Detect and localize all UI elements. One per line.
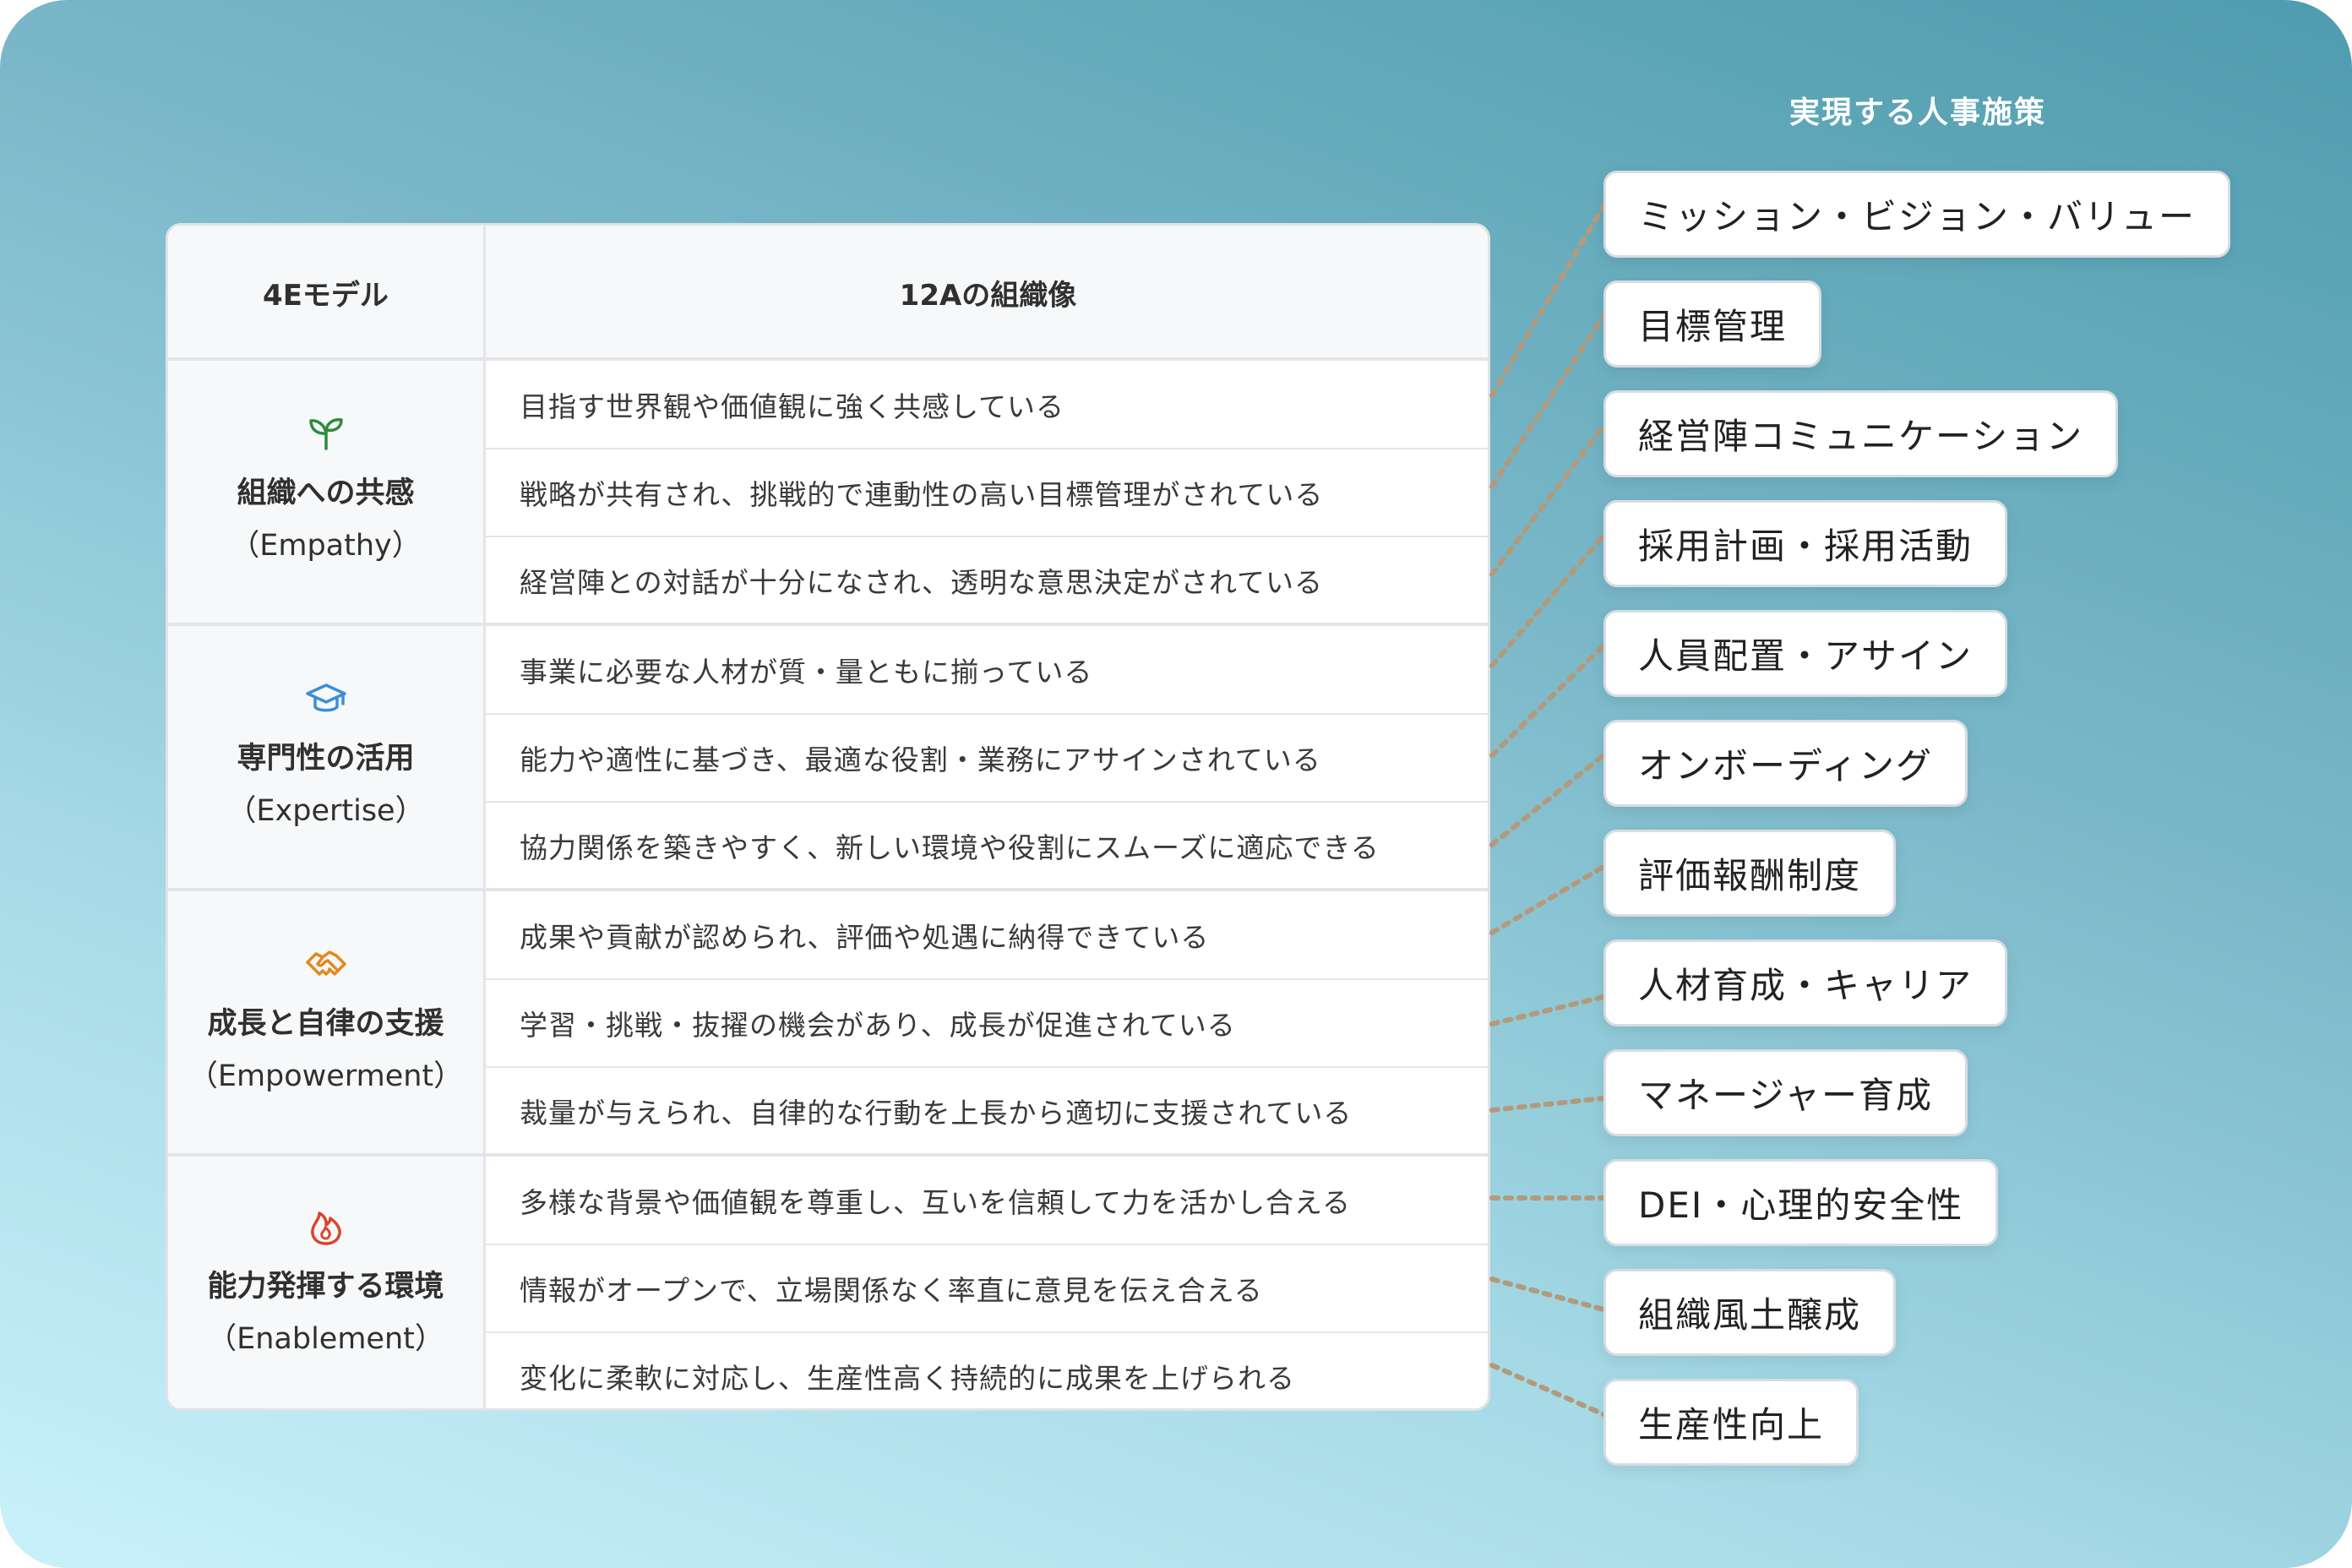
- measure-compensation: 評価報酬制度: [1603, 830, 1897, 917]
- category-title: 専門性の活用: [237, 742, 415, 776]
- sprout-icon: [308, 418, 343, 450]
- measure-onboarding: オンボーディング: [1603, 720, 1968, 807]
- measure-talent-development: 人材育成・キャリア: [1603, 939, 2008, 1026]
- measure-staffing: 人員配置・アサイン: [1603, 610, 2008, 697]
- connector-line: [1489, 204, 1606, 398]
- measure-exec-communication: 経営陣コミュニケーション: [1603, 390, 2119, 477]
- category-title: 成長と自律の支援: [207, 1007, 444, 1041]
- category-subtitle: （Empowerment）: [188, 1059, 464, 1093]
- connector-line: [1489, 313, 1606, 489]
- table-row: 情報がオープンで、立場関係なく率直に意見を伝え合える: [520, 1274, 1263, 1307]
- flame-icon: [310, 1211, 341, 1245]
- table-row: 事業に必要な人材が質・量ともに揃っている: [520, 656, 1093, 689]
- category-title: 組織への共感: [237, 476, 415, 510]
- measure-mvv: ミッション・ビジョン・バリュー: [1603, 171, 2231, 258]
- category-empowerment: 成長と自律の支援 （Empowerment）: [168, 891, 483, 1153]
- model-table: 4Eモデル 12Aの組織像 組織への共感 （Empathy） 専門性の活用 （E…: [166, 223, 1490, 1411]
- table-row: 能力や適性に基づき、最適な役割・業務にアサインされている: [520, 743, 1321, 776]
- measure-recruiting: 採用計画・採用活動: [1603, 500, 2008, 587]
- table-row: 目指す世界観や価値観に強く共感している: [520, 390, 1065, 423]
- graduation-cap-icon: [305, 683, 346, 712]
- header-12a-org: 12Aの組織像: [486, 226, 1488, 359]
- table-row: 学習・挑戦・抜擢の機会があり、成長が促進されている: [520, 1009, 1236, 1042]
- connector-line: [1489, 423, 1606, 577]
- table-row: 多様な背景や価値観を尊重し、互いを信頼して力を活かし合える: [520, 1186, 1352, 1219]
- measure-dei: DEI・心理的安全性: [1603, 1159, 1999, 1246]
- measures-title: 実現する人事施策: [1788, 95, 2046, 130]
- measure-productivity: 生産性向上: [1603, 1379, 1859, 1466]
- measure-goal-management: 目標管理: [1603, 280, 1822, 368]
- connector-line: [1489, 643, 1606, 758]
- connector-line: [1489, 533, 1606, 668]
- category-subtitle: （Enablement）: [207, 1322, 444, 1356]
- category-subtitle: （Expertise）: [226, 794, 425, 828]
- measure-manager-training: マネージャー育成: [1603, 1049, 1968, 1136]
- measure-culture: 組織風土醸成: [1603, 1269, 1897, 1356]
- category-expertise: 専門性の活用 （Expertise）: [168, 626, 483, 888]
- category-empathy: 組織への共感 （Empathy）: [168, 361, 483, 623]
- category-subtitle: （Empathy）: [230, 529, 422, 563]
- connector-line: [1489, 753, 1606, 847]
- table-row: 戦略が共有され、挑戦的で連動性の高い目標管理がされている: [520, 478, 1324, 511]
- category-title: 能力発揮する環境: [207, 1270, 444, 1304]
- table-row: 協力関係を築きやすく、新しい環境や役割にスムーズに適応できる: [520, 831, 1380, 864]
- diagram-canvas: 4Eモデル 12Aの組織像 組織への共感 （Empathy） 専門性の活用 （E…: [0, 0, 2352, 1568]
- connector-line: [1489, 864, 1606, 935]
- connector-line: [1489, 1277, 1606, 1312]
- table-row: 経営陣との対話が十分になされ、透明な意思決定がされている: [520, 566, 1324, 599]
- category-enablement: 能力発揮する環境 （Enablement）: [168, 1157, 483, 1408]
- table-row: 裁量が与えられ、自律的な行動を上長から適切に支援されている: [520, 1097, 1353, 1130]
- connector-line: [1489, 994, 1606, 1026]
- header-4e-model: 4Eモデル: [168, 226, 486, 359]
- handshake-icon: [305, 950, 346, 976]
- table-row: 変化に柔軟に対応し、生産性高く持続的に成果を上げられる: [520, 1362, 1295, 1395]
- connector-line: [1489, 1096, 1606, 1113]
- connector-line: [1489, 1363, 1606, 1417]
- table-row: 成果や貢献が認められ、評価や処遇に納得できている: [520, 921, 1210, 954]
